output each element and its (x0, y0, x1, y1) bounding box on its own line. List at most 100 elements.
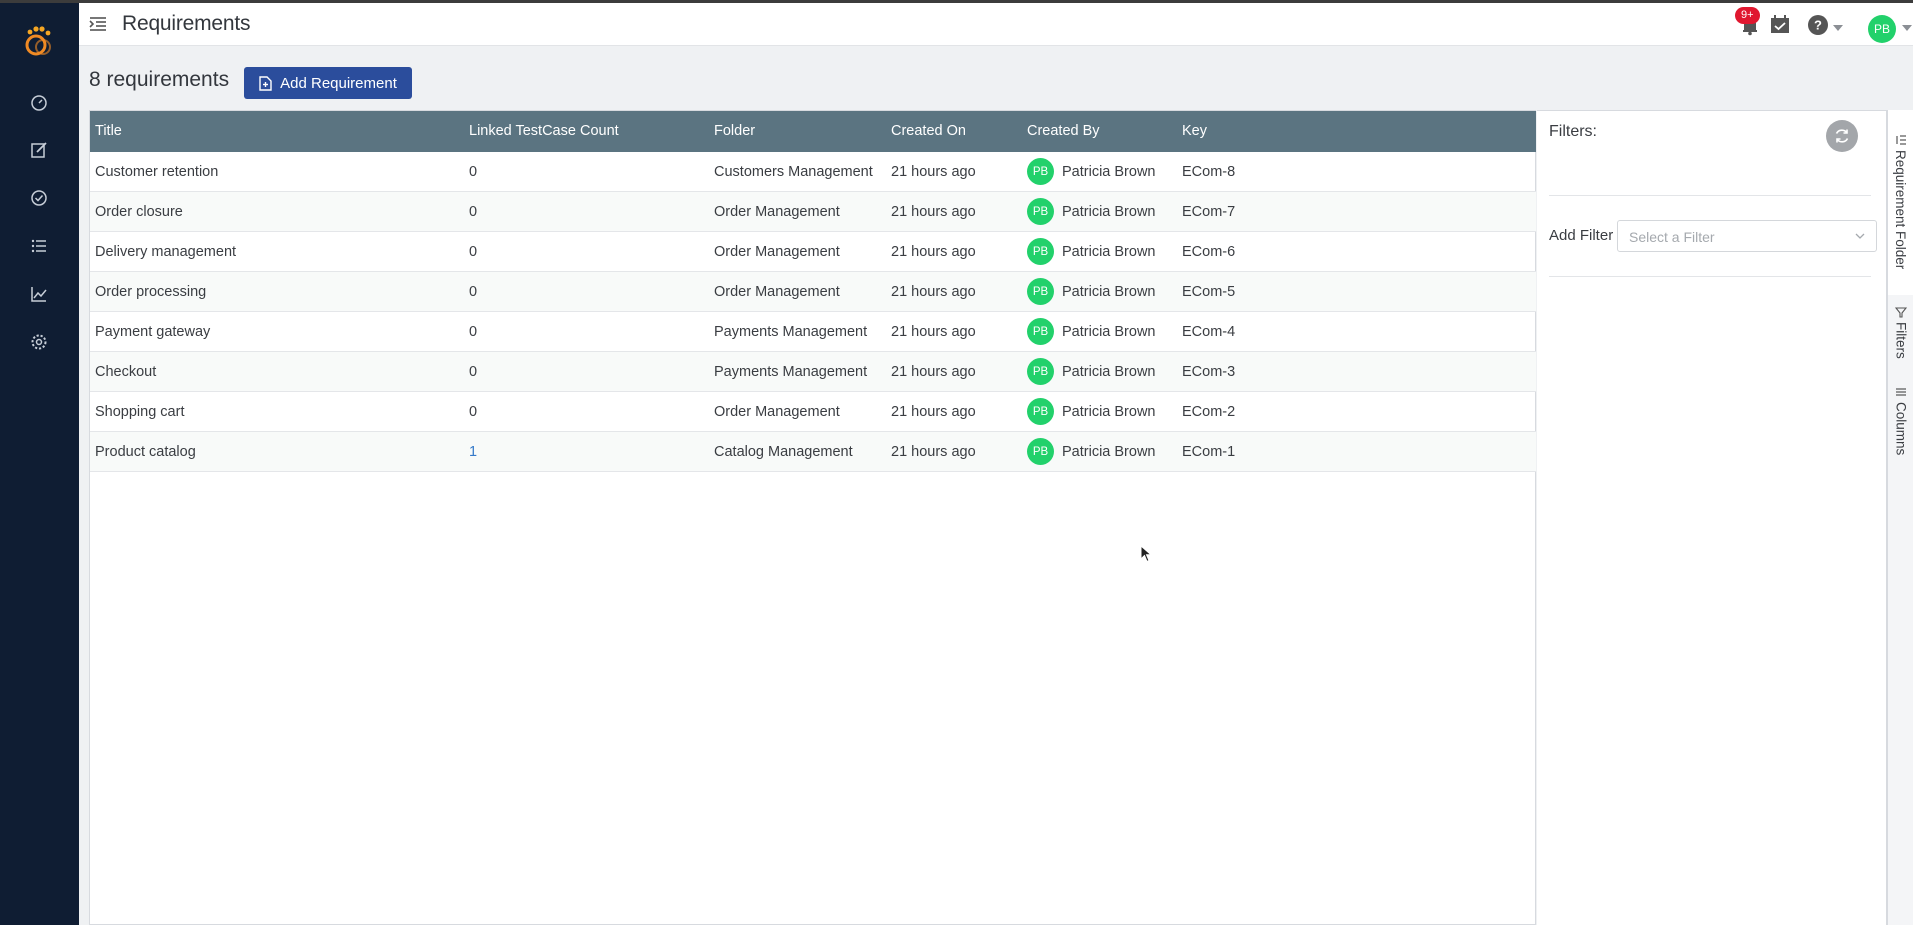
list-icon (31, 239, 46, 253)
add-requirement-label: Add Requirement (280, 74, 397, 92)
cell-key: ECom-7 (1182, 204, 1236, 220)
sidebar-item-reports[interactable] (27, 282, 51, 306)
column-header-created-on[interactable]: Created On (891, 123, 966, 139)
cell-linked-count: 0 (469, 364, 478, 380)
tab-requirement-folder[interactable]: Requirement Folder (1888, 110, 1913, 295)
creator-avatar: PB (1027, 278, 1054, 305)
cell-folder: Payments Management (714, 364, 868, 380)
tab-columns[interactable]: Columns (1888, 386, 1913, 471)
cell-title: Shopping cart (95, 404, 185, 420)
creator-avatar: PB (1027, 358, 1054, 385)
creator-avatar: PB (1027, 198, 1054, 225)
cell-folder: Customers Management (714, 164, 873, 180)
chart-line-icon (31, 287, 47, 302)
table-row[interactable]: Shopping cart 0 Order Management 21 hours a… (90, 392, 1536, 432)
speedometer-icon (31, 95, 47, 111)
refresh-filters-button[interactable] (1826, 120, 1858, 152)
cell-title: Payment gateway (95, 324, 211, 340)
add-requirement-button[interactable]: Add Requirement (244, 67, 412, 99)
edit-icon (31, 142, 47, 158)
cell-linked-count: 0 (469, 284, 478, 300)
help-menu-caret-icon[interactable] (1833, 25, 1843, 31)
filters-divider-bottom (1549, 276, 1871, 277)
cell-title: Product catalog (95, 444, 196, 460)
cell-linked-count: 0 (469, 204, 478, 220)
tab-filters[interactable]: Filters (1888, 306, 1913, 378)
cell-created-by: Patricia Brown (1062, 444, 1156, 460)
menu-toggle-icon[interactable] (88, 14, 110, 34)
cell-created-by: Patricia Brown (1062, 244, 1156, 260)
table-row[interactable]: Payment gateway 0 Payments Management 21 ho… (90, 312, 1536, 352)
cell-linked-count[interactable]: 1 (469, 444, 477, 460)
svg-text:?: ? (1814, 18, 1822, 33)
cell-folder: Catalog Management (714, 444, 853, 460)
cell-key: ECom-3 (1182, 364, 1236, 380)
column-header-title[interactable]: Title (95, 123, 122, 139)
cell-title: Order closure (95, 204, 183, 220)
cell-key: ECom-1 (1182, 444, 1236, 460)
column-header-created-by[interactable]: Created By (1027, 123, 1100, 139)
cell-created-on: 21 hours ago (891, 164, 976, 180)
cell-key: ECom-8 (1182, 164, 1236, 180)
top-header: Requirements 9+ ? PB (79, 3, 1913, 46)
sidebar-item-test-cases[interactable] (27, 186, 51, 210)
sidebar-item-requirements[interactable] (27, 138, 51, 162)
calendar-check-icon[interactable] (1769, 14, 1791, 36)
cell-linked-count: 0 (469, 404, 478, 420)
cell-created-by: Patricia Brown (1062, 324, 1156, 340)
cell-created-by: Patricia Brown (1062, 204, 1156, 220)
cell-created-by: Patricia Brown (1062, 284, 1156, 300)
sidebar-item-dashboard[interactable] (27, 90, 51, 114)
table-row[interactable]: Product catalog 1 Catalog Management 21 hou… (90, 432, 1536, 472)
creator-avatar: PB (1027, 318, 1054, 345)
cell-folder: Order Management (714, 404, 840, 420)
sidebar-item-test-runs[interactable] (27, 234, 51, 258)
creator-avatar: PB (1027, 158, 1054, 185)
table-row[interactable]: Checkout 0 Payments Management 21 hours ago… (90, 352, 1536, 392)
filter-select[interactable]: Select a Filter (1617, 220, 1877, 252)
user-avatar[interactable]: PB (1868, 15, 1896, 43)
cell-created-on: 21 hours ago (891, 364, 976, 380)
column-header-key[interactable]: Key (1182, 123, 1207, 139)
refresh-icon (1835, 129, 1849, 143)
columns-icon (1896, 388, 1906, 396)
cell-created-on: 21 hours ago (891, 444, 976, 460)
table-row[interactable]: Order processing 0 Order Management 21 hour… (90, 272, 1536, 312)
user-menu-caret-icon[interactable] (1902, 25, 1912, 31)
cell-created-on: 21 hours ago (891, 404, 976, 420)
notification-badge: 9+ (1735, 7, 1760, 24)
add-filter-label: Add Filter (1549, 227, 1614, 244)
column-header-linked-count[interactable]: Linked TestCase Count (469, 123, 619, 139)
cell-folder: Order Management (714, 284, 840, 300)
tab-requirement-folder-label: Requirement Folder (1893, 150, 1908, 270)
app-logo-icon[interactable] (20, 23, 56, 59)
filter-select-placeholder: Select a Filter (1629, 229, 1715, 245)
file-add-icon (259, 75, 272, 91)
gear-icon (31, 334, 47, 350)
cell-created-on: 21 hours ago (891, 284, 976, 300)
cell-title: Order processing (95, 284, 207, 300)
cell-created-by: Patricia Brown (1062, 404, 1156, 420)
cell-folder: Payments Management (714, 324, 868, 340)
tab-filters-label: Filters (1893, 322, 1909, 359)
cell-linked-count: 0 (469, 324, 478, 340)
cell-created-by: Patricia Brown (1062, 164, 1156, 180)
column-header-folder[interactable]: Folder (714, 123, 755, 139)
cell-created-on: 21 hours ago (891, 244, 976, 260)
table-row[interactable]: Delivery management 0 Order Management 21 h… (90, 232, 1536, 272)
cell-created-on: 21 hours ago (891, 324, 976, 340)
requirements-count: 8 requirements (89, 68, 230, 91)
help-icon[interactable]: ? (1807, 14, 1829, 36)
cell-linked-count: 0 (469, 244, 478, 260)
grid-header-row: Title Linked TestCase Count Folder Creat… (90, 111, 1536, 152)
sidebar-item-settings[interactable] (27, 330, 51, 354)
table-row[interactable]: Order closure 0 Order Management 21 hours a… (90, 192, 1536, 232)
filters-divider (1549, 195, 1871, 196)
table-row[interactable]: Customer retention 0 Customers Management 2… (90, 152, 1536, 192)
sidebar (0, 3, 79, 925)
filters-panel: Filters: Add Filter Select a Filter (1537, 110, 1887, 925)
creator-avatar: PB (1027, 398, 1054, 425)
side-tab-bar: Requirement Folder Filters Columns (1887, 110, 1913, 925)
cell-linked-count: 0 (469, 164, 478, 180)
page-title: Requirements (122, 12, 251, 35)
